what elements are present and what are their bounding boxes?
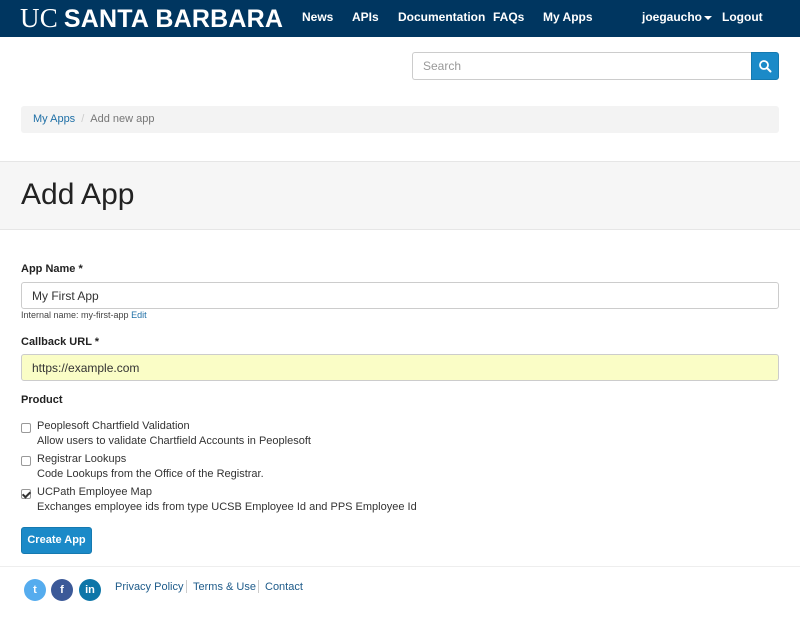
breadcrumb: My Apps / Add new app [21, 106, 779, 133]
nav-news[interactable]: News [302, 0, 333, 37]
callback-url-label: Callback URL * [21, 336, 100, 348]
nav-apis[interactable]: APIs [352, 0, 379, 37]
ucsb-logo[interactable]: UC SANTA BARBARA [20, 3, 284, 33]
footer-terms-link[interactable]: Terms & Use [193, 581, 256, 593]
top-navbar: UC SANTA BARBARA News APIs Documentation … [0, 0, 800, 37]
footer-separator [186, 580, 187, 593]
footer-separator [258, 580, 259, 593]
search-icon [759, 60, 772, 73]
linkedin-glyph: in [85, 584, 95, 596]
product-option: Registrar Lookups Code Lookups from the … [21, 453, 781, 483]
nav-faqs[interactable]: FAQs [493, 0, 524, 37]
product-description: Allow users to validate Chartfield Accou… [37, 435, 311, 447]
breadcrumb-current: Add new app [90, 113, 155, 125]
user-menu[interactable]: joegaucho [642, 0, 713, 37]
product-title: UCPath Employee Map [37, 486, 152, 498]
facebook-icon[interactable]: f [51, 579, 73, 601]
footer-contact-link[interactable]: Contact [265, 581, 303, 593]
page-header: Add App [0, 161, 800, 230]
product-checkbox-registrar[interactable] [21, 456, 31, 466]
linkedin-icon[interactable]: in [79, 579, 101, 601]
product-title: Peoplesoft Chartfield Validation [37, 420, 190, 432]
twitter-glyph: t [33, 584, 37, 596]
nav-logout[interactable]: Logout [722, 0, 763, 37]
logo-name: SANTA BARBARA [63, 5, 284, 33]
nav-my-apps[interactable]: My Apps [543, 0, 593, 37]
page-title: Add App [21, 178, 135, 211]
callback-url-field[interactable] [21, 354, 779, 381]
logo-uc: UC [20, 3, 58, 33]
footer-privacy-link[interactable]: Privacy Policy [115, 581, 183, 593]
twitter-icon[interactable]: t [24, 579, 46, 601]
facebook-glyph: f [60, 584, 64, 596]
breadcrumb-separator: / [81, 113, 85, 125]
chevron-down-icon [704, 15, 713, 20]
internal-name-help: Internal name: my-first-app Edit [21, 310, 147, 320]
search-bar [412, 52, 779, 80]
nav-documentation[interactable]: Documentation [398, 0, 485, 37]
internal-name-text: Internal name: my-first-app [21, 310, 129, 320]
footer-divider [0, 566, 800, 567]
product-description: Exchanges employee ids from type UCSB Em… [37, 501, 417, 513]
product-option: Peoplesoft Chartfield Validation Allow u… [21, 420, 781, 450]
product-option: UCPath Employee Map Exchanges employee i… [21, 486, 781, 516]
app-name-field[interactable] [21, 282, 779, 309]
product-label: Product [21, 394, 63, 406]
breadcrumb-my-apps[interactable]: My Apps [33, 113, 75, 125]
user-name: joegaucho [642, 10, 703, 24]
product-title: Registrar Lookups [37, 453, 127, 465]
internal-name-edit-link[interactable]: Edit [131, 310, 147, 320]
product-description: Code Lookups from the Office of the Regi… [37, 468, 264, 480]
app-name-label: App Name * [21, 263, 83, 275]
search-button[interactable] [751, 52, 779, 80]
search-input[interactable] [412, 52, 752, 80]
product-checkbox-ucpath[interactable] [21, 489, 31, 499]
create-app-button[interactable]: Create App [21, 527, 92, 554]
product-checkbox-peoplesoft[interactable] [21, 423, 31, 433]
